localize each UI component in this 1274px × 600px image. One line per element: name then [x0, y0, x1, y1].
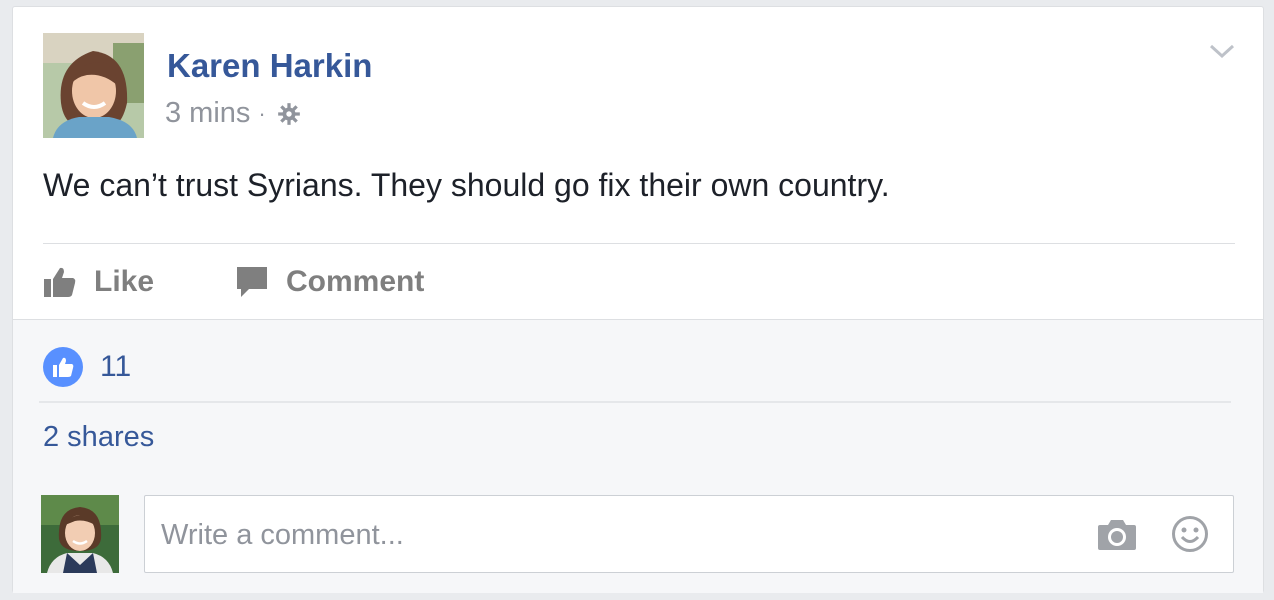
thumbs-up-icon — [44, 267, 76, 297]
camera-icon[interactable] — [1097, 516, 1137, 552]
author-avatar[interactable] — [43, 33, 144, 138]
post-timestamp[interactable]: 3 mins — [165, 97, 250, 130]
like-count: 11 — [100, 350, 132, 383]
comment-composer — [144, 495, 1234, 574]
smiley-icon[interactable] — [1171, 515, 1209, 553]
like-button[interactable]: Like — [43, 260, 154, 304]
post-footer: 11 2 shares — [13, 319, 1263, 593]
meta-separator: · — [258, 100, 266, 126]
chevron-down-icon[interactable] — [1207, 41, 1237, 61]
post-meta: 3 mins · — [165, 97, 302, 130]
reactions-summary[interactable]: 11 — [43, 347, 131, 387]
divider — [39, 401, 1231, 403]
like-reaction-icon — [43, 347, 83, 387]
comment-input[interactable] — [159, 496, 1063, 574]
speech-bubble-icon — [237, 267, 267, 297]
shares-link[interactable]: 2 shares — [43, 421, 154, 454]
divider — [43, 243, 1235, 244]
like-label: Like — [94, 265, 155, 298]
comment-label: Comment — [286, 265, 425, 298]
gear-icon[interactable] — [276, 101, 302, 127]
author-name[interactable]: Karen Harkin — [167, 47, 372, 85]
post-card: Karen Harkin 3 mins · We can’t trust Syr… — [12, 6, 1264, 593]
post-text: We can’t trust Syrians. They should go f… — [43, 167, 890, 203]
comment-button[interactable]: Comment — [235, 260, 424, 304]
user-avatar[interactable] — [41, 495, 119, 573]
